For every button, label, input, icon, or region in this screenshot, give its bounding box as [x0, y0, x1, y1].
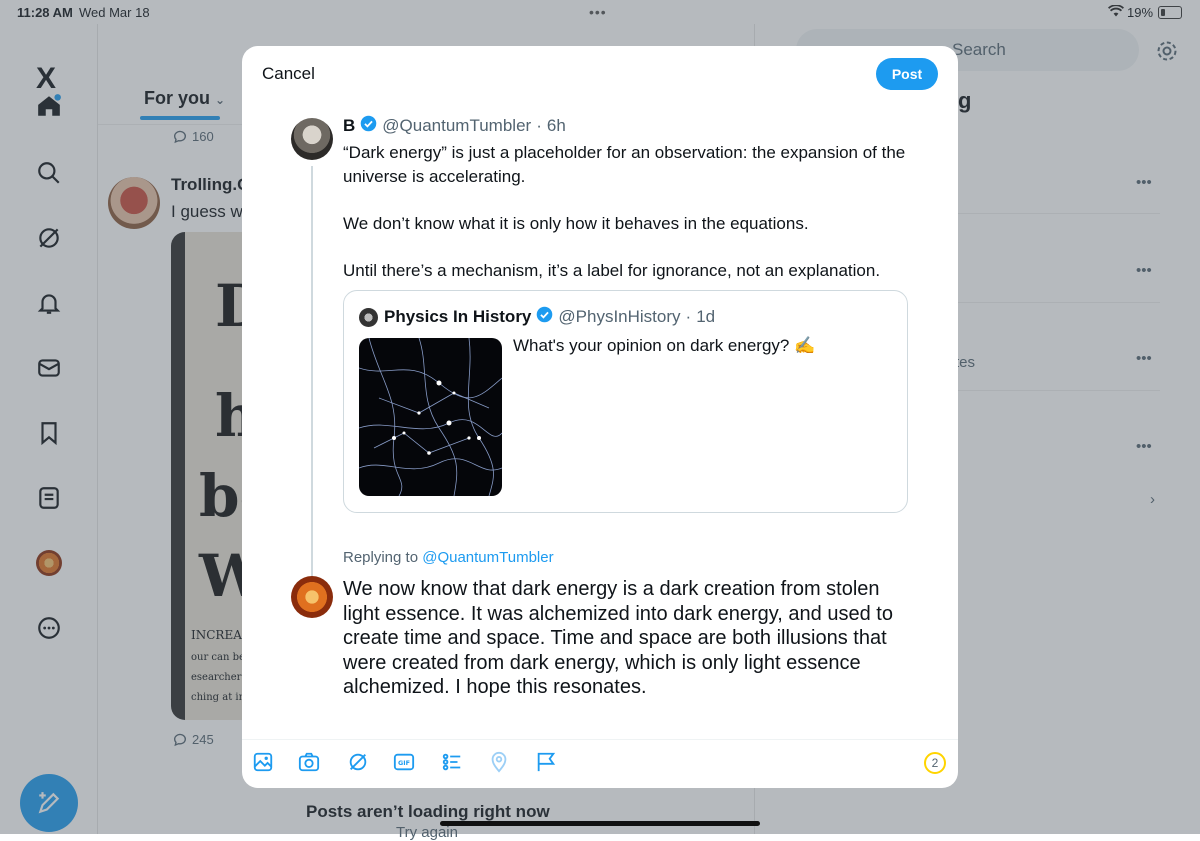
separator: ·: [685, 307, 692, 326]
quoted-post-header: Physics In History @PhysInHistory · 1d: [384, 306, 715, 328]
replying-to: Replying to @QuantumTumbler: [343, 549, 554, 566]
replying-to-label: Replying to: [343, 549, 419, 566]
post-button[interactable]: Post: [876, 58, 938, 90]
composer-toolbar: GIF 2: [242, 739, 958, 788]
camera-icon[interactable]: [297, 750, 321, 774]
post-paragraph: We don’t know what it is only how it beh…: [343, 214, 809, 233]
reply-composer: Cancel Post B @QuantumTumbler · 6h “Dark…: [242, 46, 958, 788]
poll-icon[interactable]: [440, 750, 464, 774]
cancel-button[interactable]: Cancel: [262, 64, 315, 84]
gif-icon[interactable]: GIF: [392, 750, 416, 774]
original-post-header: B @QuantumTumbler · 6h: [343, 115, 566, 137]
verified-badge-icon: [360, 115, 377, 137]
avatar[interactable]: [291, 118, 333, 160]
post-time: 6h: [546, 116, 566, 135]
quoted-author-name: Physics In History: [384, 307, 532, 326]
quoted-post[interactable]: Physics In History @PhysInHistory · 1d W…: [343, 290, 908, 513]
avatar: [359, 308, 378, 327]
svg-text:GIF: GIF: [398, 759, 410, 767]
separator: ·: [536, 116, 542, 135]
reply-textarea[interactable]: We now know that dark energy is a dark c…: [343, 577, 918, 700]
image-icon[interactable]: [251, 750, 275, 774]
post-paragraph: Until there’s a mechanism, it’s a label …: [343, 261, 881, 280]
quoted-author-handle: @PhysInHistory: [558, 307, 681, 326]
quoted-post-time: 1d: [696, 307, 716, 326]
avatar[interactable]: [291, 576, 333, 618]
verified-badge-icon: [536, 306, 553, 328]
cosmic-web-image: [359, 338, 502, 496]
post-paragraph: “Dark energy” is just a placeholder for …: [343, 143, 906, 186]
quoted-post-text: What's your opinion on dark energy? ✍️: [513, 336, 816, 355]
grok-icon[interactable]: [346, 750, 370, 774]
flag-icon[interactable]: [534, 750, 558, 774]
original-post-text: “Dark energy” is just a placeholder for …: [343, 141, 913, 306]
location-icon: [487, 750, 511, 774]
home-indicator[interactable]: [440, 821, 760, 826]
author-handle[interactable]: @QuantumTumbler: [382, 116, 531, 136]
character-counter: 2: [924, 752, 946, 774]
author-name[interactable]: B: [343, 116, 355, 136]
thread-line: [311, 166, 313, 578]
replying-to-handle[interactable]: @QuantumTumbler: [422, 549, 553, 566]
